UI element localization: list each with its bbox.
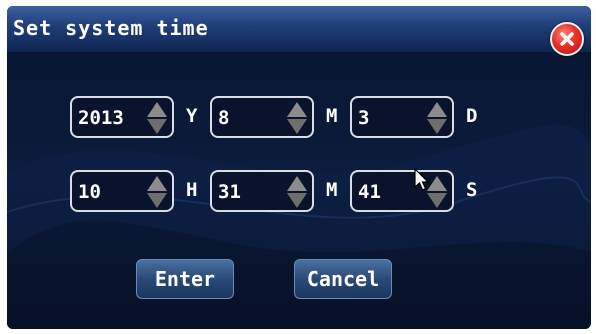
hour-spinner[interactable]: [145, 175, 169, 209]
down-arrow-icon[interactable]: [285, 192, 309, 209]
second-value: 41: [358, 181, 381, 203]
dialog-title: Set system time: [13, 16, 209, 40]
minute-field[interactable]: 31: [210, 170, 314, 212]
day-field[interactable]: 3: [350, 96, 454, 138]
year-field[interactable]: 2013: [70, 96, 174, 138]
month-unit-label: M: [326, 105, 338, 127]
up-arrow-icon[interactable]: [145, 175, 169, 192]
close-button[interactable]: [550, 22, 584, 56]
down-arrow-icon[interactable]: [285, 118, 309, 135]
title-bar: Set system time: [7, 6, 591, 52]
down-arrow-icon[interactable]: [425, 118, 449, 135]
year-value: 2013: [78, 107, 124, 129]
second-field[interactable]: 41: [350, 170, 454, 212]
month-value: 8: [218, 107, 230, 129]
up-arrow-icon[interactable]: [145, 101, 169, 118]
down-arrow-icon[interactable]: [425, 192, 449, 209]
day-value: 3: [358, 107, 370, 129]
day-unit-label: D: [466, 105, 478, 127]
down-arrow-icon[interactable]: [145, 118, 169, 135]
mouse-cursor-icon: [414, 168, 430, 191]
month-field[interactable]: 8: [210, 96, 314, 138]
day-spinner[interactable]: [425, 101, 449, 135]
cancel-button[interactable]: Cancel: [294, 259, 392, 299]
second-unit-label: S: [466, 179, 478, 201]
hour-field[interactable]: 10: [70, 170, 174, 212]
down-arrow-icon[interactable]: [145, 192, 169, 209]
minute-value: 31: [218, 181, 241, 203]
minute-spinner[interactable]: [285, 175, 309, 209]
enter-button[interactable]: Enter: [136, 259, 234, 299]
hour-unit-label: H: [186, 179, 198, 201]
up-arrow-icon[interactable]: [425, 101, 449, 118]
month-spinner[interactable]: [285, 101, 309, 135]
up-arrow-icon[interactable]: [285, 175, 309, 192]
up-arrow-icon[interactable]: [285, 101, 309, 118]
year-unit-label: Y: [186, 105, 198, 127]
year-spinner[interactable]: [145, 101, 169, 135]
hour-value: 10: [78, 181, 101, 203]
close-icon: [560, 32, 574, 46]
minute-unit-label: M: [326, 179, 338, 201]
